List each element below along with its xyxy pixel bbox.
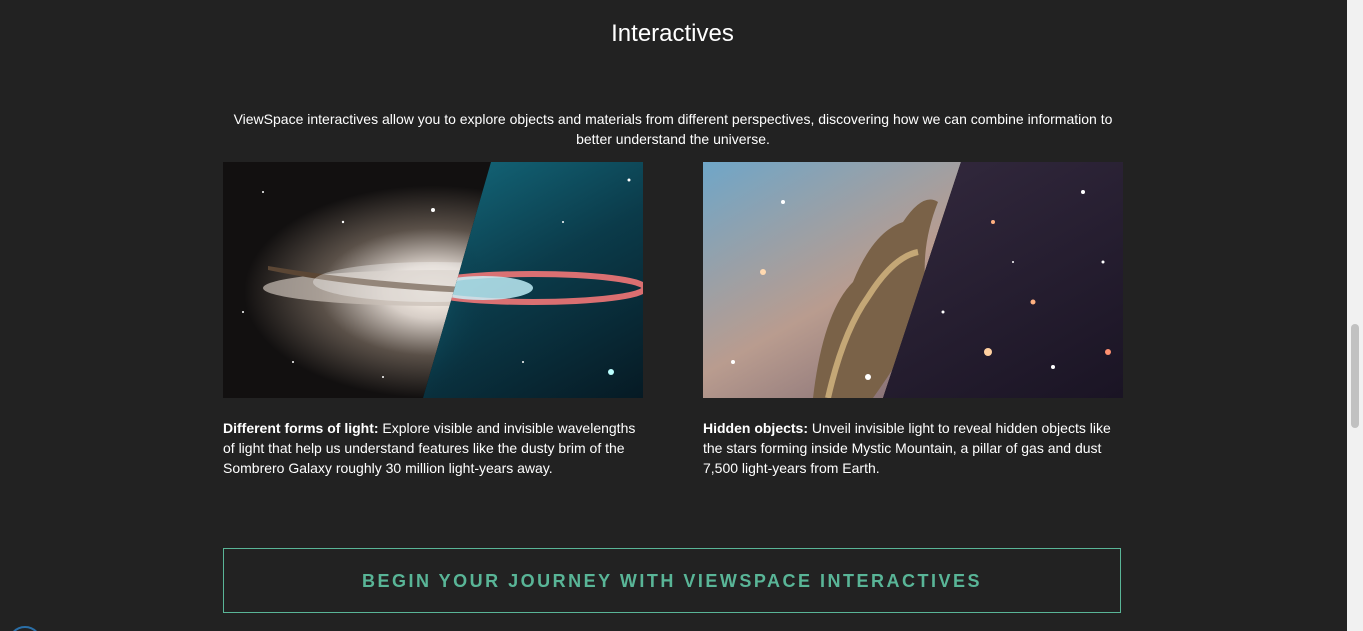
card-description: Different forms of light: Explore visibl… — [223, 418, 643, 478]
mystic-mountain-image[interactable] — [703, 162, 1123, 398]
vertical-scrollbar[interactable] — [1347, 0, 1363, 631]
sombrero-galaxy-image[interactable] — [223, 162, 643, 398]
card-heading: Hidden objects: — [703, 420, 809, 436]
card-hidden-objects: Hidden objects: Unveil invisible light t… — [703, 162, 1123, 478]
interactives-section: Interactives ViewSpace interactives allo… — [0, 0, 1347, 631]
chat-launcher-icon[interactable] — [8, 626, 42, 631]
begin-journey-button[interactable]: BEGIN YOUR JOURNEY WITH VIEWSPACE INTERA… — [223, 548, 1121, 613]
card-description: Hidden objects: Unveil invisible light t… — [703, 418, 1123, 478]
section-title: Interactives — [611, 20, 734, 47]
card-heading: Different forms of light: — [223, 420, 379, 436]
section-intro: ViewSpace interactives allow you to expl… — [233, 111, 1113, 147]
scrollbar-thumb[interactable] — [1351, 324, 1359, 428]
card-different-forms-of-light: Different forms of light: Explore visibl… — [223, 162, 643, 478]
